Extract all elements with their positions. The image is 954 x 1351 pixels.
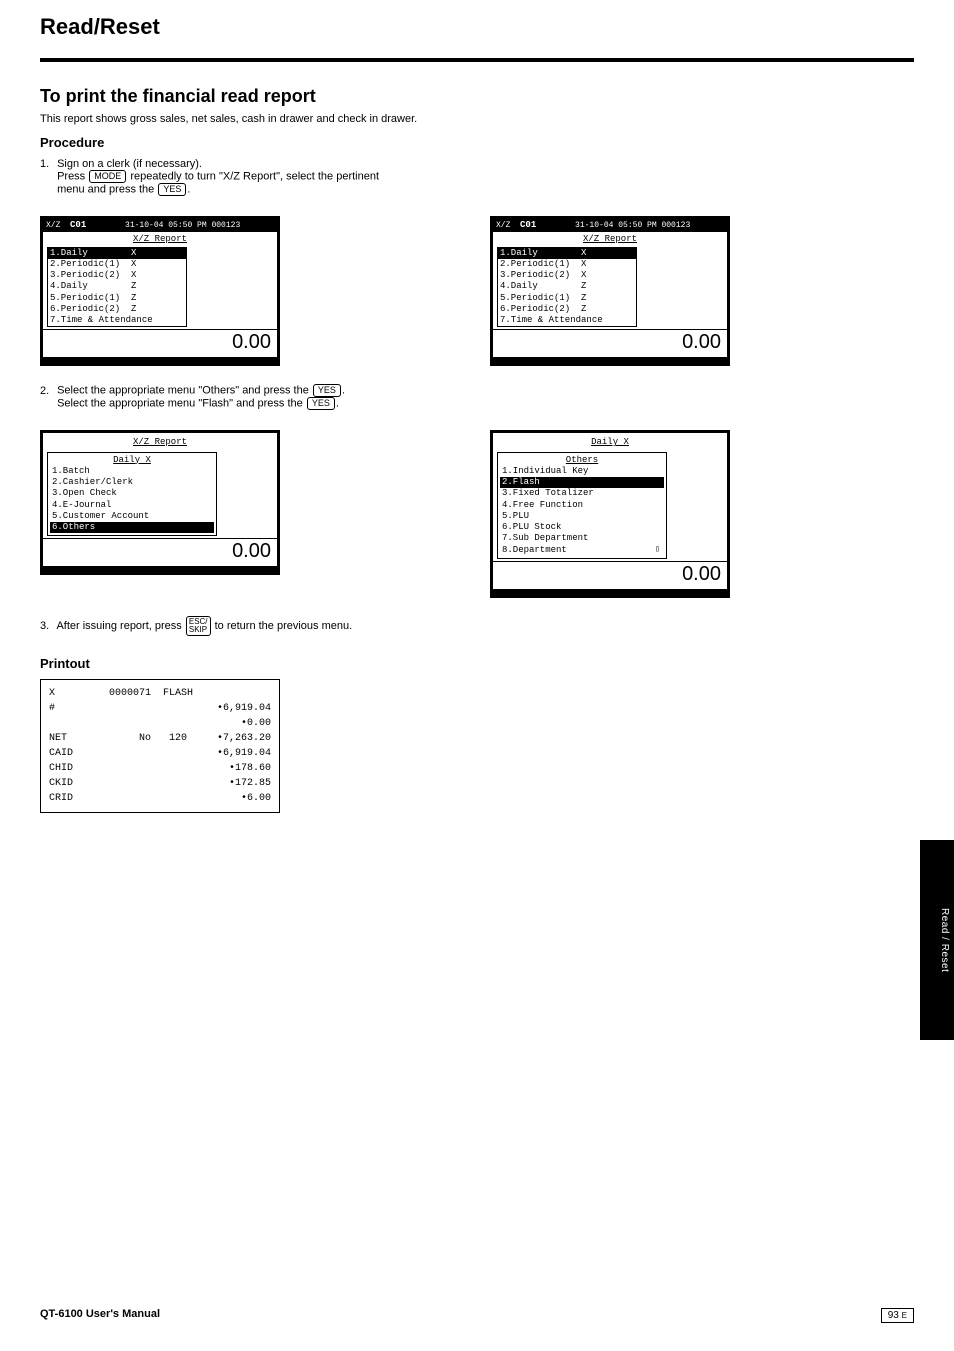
others-title: Others xyxy=(500,455,664,466)
step1-text-c: repeatedly to turn "X/Z Report", select … xyxy=(130,170,379,182)
lcd-blackbar xyxy=(493,357,727,363)
list-item: 4.Daily Z xyxy=(48,281,186,292)
step1-text-a: Sign on a clerk (if necessary). xyxy=(57,158,202,170)
mode-key: MODE xyxy=(89,170,126,183)
step-1: 1. Sign on a clerk (if necessary). Press… xyxy=(40,158,914,196)
lcd-total: 0.00 xyxy=(493,561,727,589)
list-item: 6.PLU Stock xyxy=(500,522,664,533)
lcd-clerk: C01 xyxy=(70,220,86,230)
list-item: 7.Time & Attendance xyxy=(498,315,636,326)
list-item: 3.Periodic(2) X xyxy=(48,270,186,281)
list-item: 4.E-Journal xyxy=(50,500,214,511)
list-item: 6.Others xyxy=(50,522,214,533)
menu-title-right: X/Z Report xyxy=(497,234,723,245)
receipt-line: X 0000071 FLASH xyxy=(49,686,193,701)
yes-key-2b: YES xyxy=(307,397,335,410)
lcd-blackbar xyxy=(493,589,727,595)
lcd-blackbar xyxy=(43,566,277,572)
list-item: 3.Periodic(2) X xyxy=(498,270,636,281)
step-2: 2. Select the appropriate menu "Others" … xyxy=(40,384,914,410)
list-item: 5.Periodic(1) Z xyxy=(48,293,186,304)
section-desc: This report shows gross sales, net sales… xyxy=(40,113,914,125)
list-item: 6.Periodic(2) Z xyxy=(48,304,186,315)
lcd-blackbar xyxy=(43,357,277,363)
lcd-clerk: C01 xyxy=(520,220,536,230)
step1-text-d: menu and press the xyxy=(57,183,154,195)
lcd-main-right: X/Z C01 31-10-04 05:50 PM 000123 X/Z Rep… xyxy=(490,216,730,366)
lcd-daily-left: X/Z Report Daily X 1.Batch 2.Cashier/Cle… xyxy=(40,430,280,575)
menu-title-left: X/Z Report xyxy=(47,234,273,245)
dailyx-title-l: Daily X xyxy=(50,455,214,466)
list-item: 5.Periodic(1) Z xyxy=(498,293,636,304)
yes-key-1: YES xyxy=(158,183,186,196)
step2-text-a: Select the appropriate menu "Others" and… xyxy=(57,385,309,397)
list-item: 2.Flash xyxy=(500,477,664,488)
list-item: 3.Open Check xyxy=(50,488,214,499)
footer-page-number: 93 E xyxy=(881,1308,914,1323)
list-item: 7.Sub Department xyxy=(500,533,664,544)
section-title: To print the financial read report xyxy=(40,86,914,107)
step-3: 3. After issuing report, press ESC/ SKIP… xyxy=(40,616,914,636)
list-item: 5.Customer Account xyxy=(50,511,214,522)
procedure-heading: Procedure xyxy=(40,135,914,150)
list-item: 1.Batch xyxy=(50,466,214,477)
lcd-total: 0.00 xyxy=(43,538,277,566)
footer-model: QT-6100 User's Manual xyxy=(40,1308,160,1323)
xz-title: X/Z Report xyxy=(47,437,273,448)
list-item: 2.Cashier/Clerk xyxy=(50,477,214,488)
lcd-datetime: 31-10-04 05:50 PM 000123 xyxy=(575,221,690,230)
receipt-line: CKID xyxy=(49,776,73,791)
lcd-datetime: 31-10-04 05:50 PM 000123 xyxy=(125,221,240,230)
receipt-line: CAID xyxy=(49,746,73,761)
lcd-daily-right: Daily X Others 1.Individual Key 2.Flash … xyxy=(490,430,730,598)
receipt-line: # xyxy=(49,701,55,716)
receipt-line: CHID xyxy=(49,761,73,776)
yes-key-2a: YES xyxy=(313,384,341,397)
scroll-down-icon: ▯ xyxy=(655,545,660,555)
lcd-main-left: X/Z C01 31-10-04 05:50 PM 000123 X/Z Rep… xyxy=(40,216,280,366)
list-item: 1.Individual Key xyxy=(500,466,664,477)
page-title: Read/Reset xyxy=(40,14,914,40)
list-item: 1.Daily X xyxy=(48,248,186,259)
printout-heading: Printout xyxy=(40,656,914,671)
list-item: 8.Department▯ xyxy=(500,545,664,556)
list-item: 5.PLU xyxy=(500,511,664,522)
side-tab: Read / Reset xyxy=(920,840,954,1040)
list-item: 1.Daily X xyxy=(498,248,636,259)
step2-text-b: Select the appropriate menu "Flash" and … xyxy=(57,398,303,410)
list-item: 7.Time & Attendance xyxy=(48,315,186,326)
receipt: X 0000071 FLASH #•6,919.04 •0.00 NET No … xyxy=(40,679,280,813)
step3-text: After issuing report, press xyxy=(56,620,181,632)
receipt-line: CRID xyxy=(49,791,73,806)
lcd-mode: X/Z xyxy=(496,221,510,230)
list-item: 2.Periodic(1) X xyxy=(48,259,186,270)
receipt-line: NET No 120 xyxy=(49,731,187,746)
step1-text-b: Press xyxy=(57,170,85,182)
lcd-total-left: 0.00 xyxy=(43,329,277,357)
dailyx-title-r: Daily X xyxy=(497,437,723,448)
list-item: 4.Daily Z xyxy=(498,281,636,292)
list-item: 6.Periodic(2) Z xyxy=(498,304,636,315)
list-item: 4.Free Function xyxy=(500,500,664,511)
divider-thick xyxy=(40,58,914,62)
esc-skip-key: ESC/ SKIP xyxy=(186,616,211,636)
list-item: 2.Periodic(1) X xyxy=(498,259,636,270)
list-item: 3.Fixed Totalizer xyxy=(500,488,664,499)
step3-text-b: to return the previous menu. xyxy=(215,620,353,632)
lcd-total-right: 0.00 xyxy=(493,329,727,357)
lcd-mode: X/Z xyxy=(46,221,60,230)
